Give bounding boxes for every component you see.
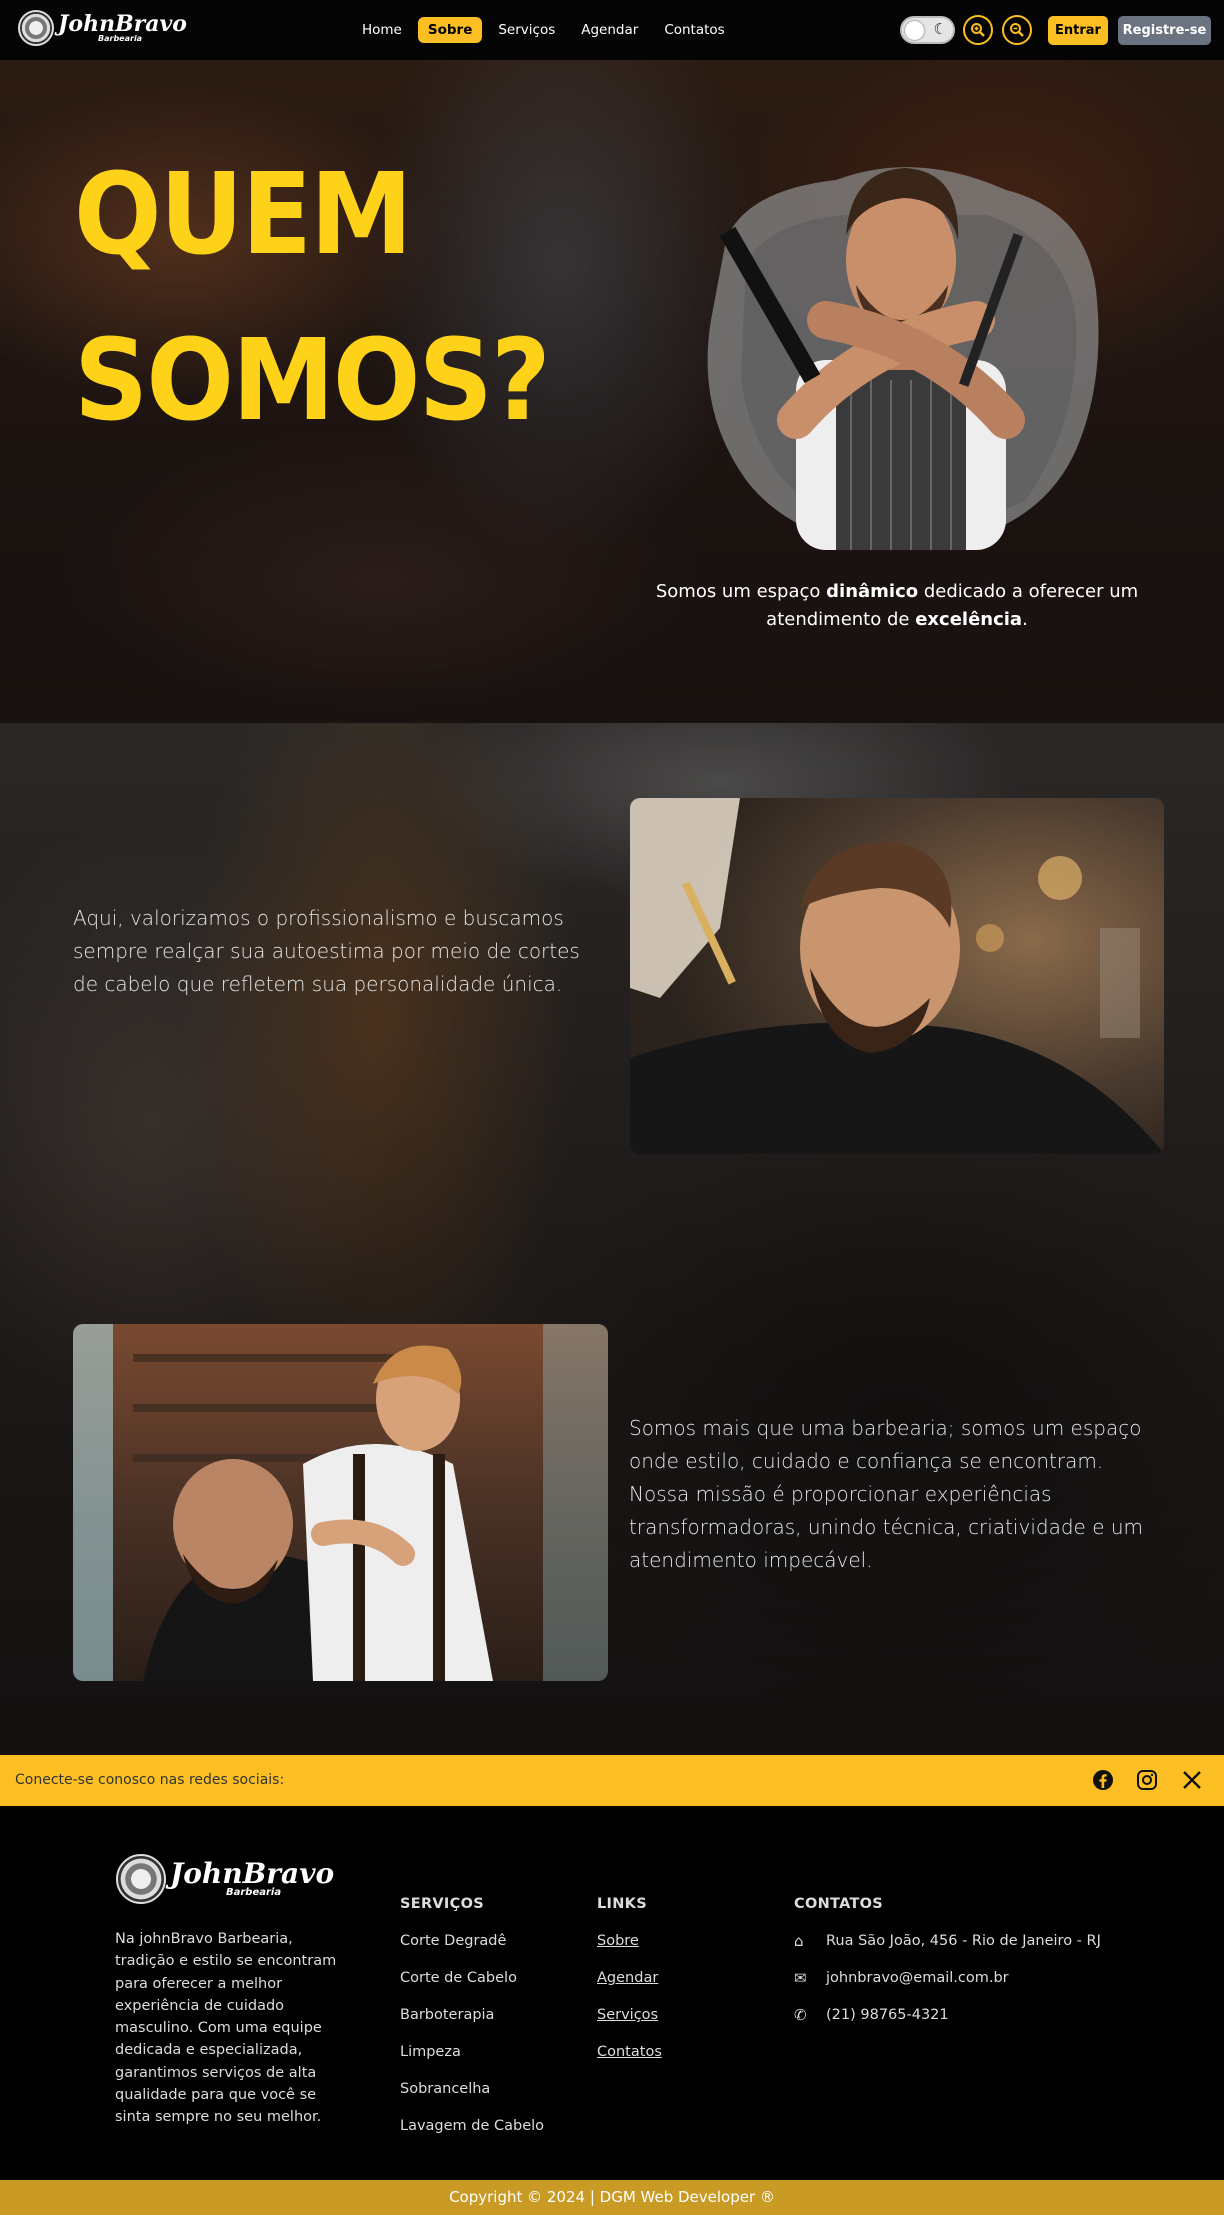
login-button[interactable]: Entrar (1048, 16, 1108, 45)
home-icon: ⌂ (794, 1932, 804, 1950)
page-title: QUEM SOMOS? (74, 132, 551, 464)
instagram-icon[interactable] (1135, 1768, 1159, 1792)
footer-logo[interactable]: JohnBravo Barbearia (116, 1854, 334, 1904)
contact-email: ✉ johnbravo@email.com.br (794, 1969, 1009, 1987)
zoom-in-button[interactable] (963, 15, 993, 45)
footer-contacts: CONTATOS ⌂ Rua São João, 456 - Rio de Ja… (794, 1896, 1101, 2043)
zoom-in-icon (971, 23, 985, 37)
service-item: Corte de Cabelo (400, 1970, 517, 1986)
haircut-image (630, 798, 1164, 1154)
brand-logo[interactable]: JohnBravo Barbearia (18, 10, 187, 46)
nav-agendar[interactable]: Agendar (571, 17, 648, 43)
hero-description: Somos um espaço dinâmico dedicado a ofer… (655, 581, 1139, 630)
haircut-photo (630, 798, 1164, 1154)
title-line-1: QUEM (74, 150, 413, 280)
barber-badge-icon (116, 1854, 166, 1904)
about-paragraph-2: Somos mais que uma barbearia; somos um e… (629, 1416, 1144, 1572)
service-item: Barboterapia (400, 2007, 495, 2023)
service-item: Lavagem de Cabelo (400, 2118, 545, 2134)
moon-icon: ☾ (933, 20, 947, 38)
zoom-out-icon (1010, 23, 1024, 37)
register-button[interactable]: Registre-se (1118, 16, 1211, 45)
nav-home[interactable]: Home (352, 17, 412, 43)
service-item: Sobrancelha (400, 2081, 491, 2097)
footer-link-sobre[interactable]: Sobre (597, 1932, 662, 1969)
service-item: Limpeza (400, 2044, 461, 2060)
emphasis-excelencia: excelência (915, 609, 1023, 630)
facebook-icon[interactable] (1091, 1768, 1115, 1792)
footer-brand-name: JohnBravo (170, 1857, 335, 1890)
x-icon[interactable] (1180, 1768, 1204, 1792)
navbar: JohnBravo Barbearia Home Sobre Serviços … (0, 0, 1224, 60)
barber-portrait-image (707, 167, 1099, 550)
footer-link-agendar[interactable]: Agendar (597, 1969, 662, 2006)
copyright-bar: Copyright © 2024 | DGM Web Developer ® (0, 2180, 1224, 2215)
footer-about: Na johnBravo Barbearia, tradição e estil… (115, 1931, 337, 2126)
service-item: Corte Degradê (400, 1933, 507, 1949)
main-menu: Home Sobre Serviços Agendar Contatos (352, 17, 735, 43)
footer-links: LINKS Sobre Agendar Serviços Contatos (597, 1896, 662, 2080)
phone-icon: ✆ (794, 2006, 807, 2024)
zoom-out-button[interactable] (1002, 15, 1032, 45)
footer-services: SERVIÇOS Corte Degradê Corte de Cabelo B… (400, 1896, 544, 2154)
barber-badge-icon (18, 10, 54, 46)
toggle-knob (905, 21, 924, 40)
hero-section: QUEM SOMOS? Somos um espaço dinâmico ded… (0, 60, 1224, 723)
mail-icon: ✉ (794, 1969, 807, 1987)
nav-contatos[interactable]: Contatos (654, 17, 734, 43)
footer-link-contatos[interactable]: Contatos (597, 2043, 662, 2080)
about-paragraph-1: Aqui, valorizamos o profissionalismo e b… (73, 906, 580, 996)
nav-sobre[interactable]: Sobre (417, 17, 483, 43)
theme-toggle[interactable]: ☾ (900, 16, 955, 44)
footer: JohnBravo Barbearia Na johnBravo Barbear… (0, 1806, 1224, 2180)
contact-address: ⌂ Rua São João, 456 - Rio de Janeiro - R… (794, 1932, 1101, 1950)
services-title: SERVIÇOS (400, 1896, 484, 1912)
social-text: Conecte-se conosco nas redes sociais: (15, 1772, 285, 1788)
beard-trim-photo (73, 1324, 608, 1681)
title-line-2: SOMOS? (74, 316, 551, 446)
about-section: Aqui, valorizamos o profissionalismo e b… (0, 723, 1224, 1755)
contacts-title: CONTATOS (794, 1896, 884, 1912)
nav-servicos[interactable]: Serviços (488, 17, 565, 43)
footer-link-servicos[interactable]: Serviços (597, 2006, 662, 2043)
social-bar: Conecte-se conosco nas redes sociais: (0, 1755, 1224, 1806)
brand-name: JohnBravo (58, 11, 187, 37)
beard-trim-image (73, 1324, 608, 1681)
contact-phone: ✆ (21) 98765-4321 (794, 2006, 949, 2024)
links-title: LINKS (597, 1896, 647, 1912)
emphasis-dinamico: dinâmico (826, 581, 919, 602)
